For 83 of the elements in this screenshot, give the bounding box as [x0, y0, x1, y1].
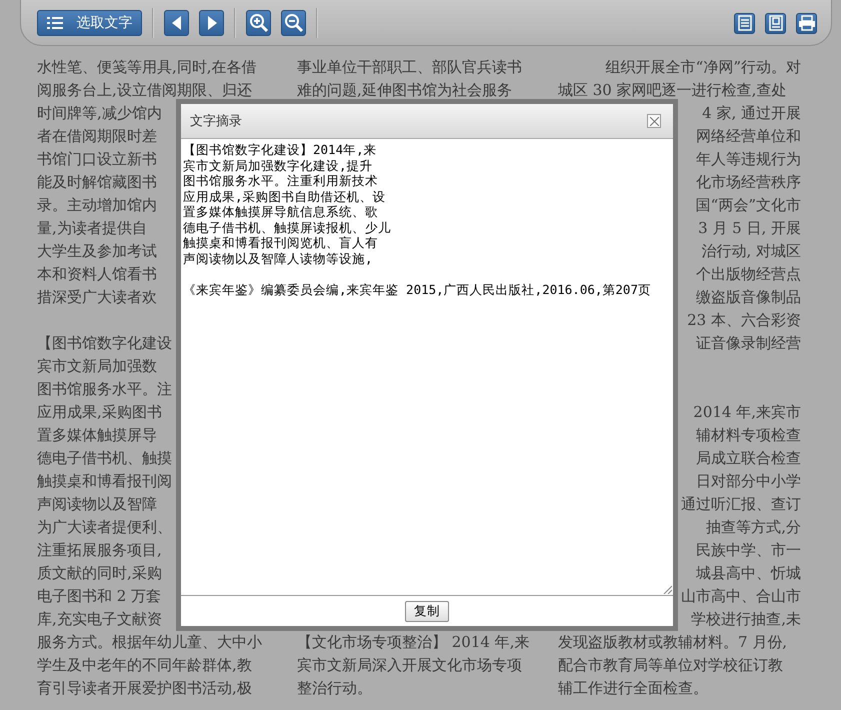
text-line: 配合市教育局等单位对学校征订教 [558, 656, 783, 674]
text-line: 通过听汇报、查订 [681, 495, 801, 513]
text-line: 难的问题,延伸图书馆为社会服务 [297, 81, 512, 99]
text-line: 缴盗版音像制品 [696, 288, 801, 306]
text-line: 水性笔、便笺等用具,同时,在各借 [37, 58, 257, 76]
list-icon [46, 16, 62, 30]
text-line: 录。主动增加馆内 [37, 196, 157, 214]
page-view-button[interactable] [765, 12, 786, 34]
next-page-button[interactable] [199, 10, 224, 36]
text-line: 民族中学、市一 [696, 541, 801, 559]
text-line: 【图书馆数字化建设 [37, 334, 172, 352]
copy-button[interactable]: 复制 [405, 600, 449, 622]
text-line: 服务方式。根据年幼儿童、大中小 [37, 633, 262, 651]
text-line: 3 月 5 日, 开展 [698, 219, 801, 237]
text-line: 库,充实电子文献资 [37, 610, 162, 628]
text-line: 注重拓展服务项目, [37, 541, 162, 559]
text-line: 置多媒体触摸屏导 [37, 426, 157, 444]
text-line: 声阅读物以及智障 [37, 495, 157, 513]
text-line: 4 家, 通过开展 [702, 104, 801, 122]
text-line: 时间牌等,减少馆内 [37, 104, 162, 122]
text-line: 书馆门口设立新书 [37, 150, 157, 168]
text-line: 大学生及参加考试 [37, 242, 157, 260]
text-line: 学生及中老年的不同年龄群体,教 [37, 656, 252, 674]
zoom-out-button[interactable] [281, 10, 306, 36]
text-line: 2014 年,来宾市 [693, 403, 801, 421]
close-button[interactable] [647, 114, 661, 128]
text-line: 【文化市场专项整治】 2014 年,来 [297, 633, 530, 651]
text-line: 学校进行抽查,未 [691, 610, 801, 628]
text-line: 整治行动。 [297, 679, 372, 697]
text-line: 组织开展全市“净网”行动。对 [606, 58, 801, 76]
text-line: 国“两会”文化市 [696, 196, 801, 214]
text-line: 网络经营单位和 [696, 127, 801, 145]
text-line: 图书馆服务水平。注 [37, 380, 172, 398]
excerpt-line: 应用成果,采购图书自助借还机、设 [183, 188, 387, 204]
text-line: 能及时解馆藏图书 [37, 173, 157, 191]
text-line: 发现盗版教材或教辅材料。7 月份, [558, 633, 788, 651]
excerpt-line: 声阅读物以及智障人读物等设施, [183, 250, 374, 266]
previous-page-button[interactable] [164, 10, 189, 36]
text-line: 育引导读者开展爱护图书活动,极 [37, 679, 252, 697]
excerpt-line: 置多媒体触摸屏导航信息系统、歌 [183, 204, 379, 220]
text-line: 化市场经营秩序 [696, 173, 801, 191]
text-line: 治行动, 对城区 [701, 242, 801, 260]
excerpt-line: 宾市文新局加强数字化建设,提升 [183, 158, 374, 173]
left-triangle-icon [172, 16, 182, 30]
text-line: 抽查等方式,分 [706, 518, 801, 536]
excerpt-line: 图书馆服务水平。注重利用新技术 [183, 173, 379, 188]
text-line: 质文献的同时,采购 [37, 564, 162, 582]
citation-text: 《来宾年鉴》编纂委员会编,来宾年鉴 2015,广西人民出版社,2016.06,第207页 [183, 282, 652, 297]
text-line: 辅工作进行全面检查。 [558, 679, 708, 697]
excerpt-line: 【图书馆数字化建设】2014年,来 [183, 142, 378, 158]
text-line: 触摸桌和博看报刊阅 [37, 472, 172, 490]
text-line: 阅服务台上,设立借阅期限、归还 [37, 81, 252, 99]
text-line: 宾市文新局加强数 [37, 357, 157, 375]
text-line: 辅材料专项检查 [696, 426, 801, 444]
text-line: 应用成果,采购图书 [37, 403, 162, 421]
text-line: 措深受广大读者欢 [37, 288, 157, 306]
text-line: 宾市文新局深入开展文化市场专项 [297, 656, 522, 674]
excerpt-line: 德电子借书机、触摸屏读报机、少儿 [183, 220, 392, 235]
text-line: 电子图书和 2 万套 [37, 587, 162, 605]
text-line: 局成立联合检查 [696, 449, 801, 467]
print-button[interactable] [796, 12, 817, 34]
text-line: 个出版物经营点 [696, 265, 801, 283]
text-line: 德电子借书机、触摸 [37, 449, 172, 467]
dialog-title: 文字摘录 [190, 113, 242, 130]
text-line: 为广大读者提便利、 [37, 518, 172, 536]
text-line: 本和资料人馆看书 [37, 265, 157, 283]
text-line: 城区 30 家网吧逐一进行检查,查处 [558, 81, 786, 99]
zoom-in-button[interactable] [246, 10, 271, 36]
text-line: 年人等违规行为 [696, 150, 801, 168]
excerpt-line: 触摸桌和博看报刊阅览机、盲人有 [183, 235, 379, 250]
resize-grip-icon[interactable] [663, 585, 672, 594]
text-area[interactable]: 【图书馆数字化建设】2014年,来 宾市文新局加强数字化建设,提升 图书馆服务水平。注重利用新技术 应用成果,采购图书自助借还机、设 置多媒体触摸屏导航信息系统、歌 德电子借书机、触摸屏读报机、少儿 触摸桌和博看报刊阅览机、盲人有 声阅读物以及智障人读物等设施, 《来宾年鉴》编纂委员会编,来宾年鉴 2015,广西人民出版社,2016.06,第207页 [181, 139, 673, 596]
text-line: 事业单位干部职工、部队官兵读书 [297, 58, 522, 76]
select-text-button[interactable]: 选取文字 [37, 10, 142, 36]
text-view-button[interactable] [734, 12, 755, 34]
text-line: 量,为读者提供自 [37, 219, 147, 237]
text-line: 23 本、六合彩资 [687, 311, 801, 329]
text-line: 证音像录制经营 [696, 334, 801, 352]
text-line: 者在借阅期限时差 [37, 127, 157, 145]
right-triangle-icon [206, 16, 216, 30]
text-line: 城县高中、忻城 [696, 564, 801, 582]
text-line: 山市高中、合山市 [681, 587, 801, 605]
text-line: 日对部分中小学 [696, 472, 801, 490]
